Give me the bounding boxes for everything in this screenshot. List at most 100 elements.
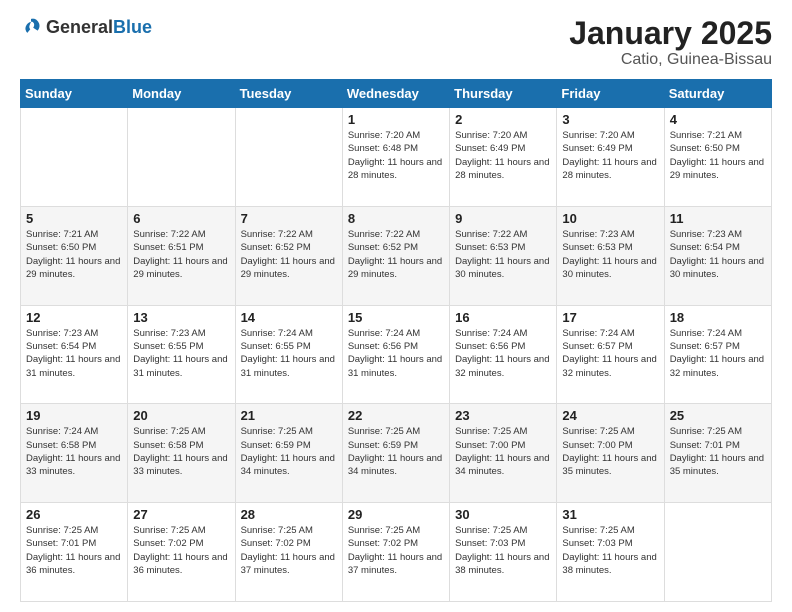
day-info: Sunrise: 7:22 AMSunset: 6:52 PMDaylight:…	[348, 228, 444, 281]
day-info: Sunrise: 7:25 AMSunset: 7:01 PMDaylight:…	[26, 524, 122, 577]
day-info: Sunrise: 7:25 AMSunset: 6:58 PMDaylight:…	[133, 425, 229, 478]
day-number: 13	[133, 310, 229, 325]
day-number: 14	[241, 310, 337, 325]
calendar-cell: 21 Sunrise: 7:25 AMSunset: 6:59 PMDayligh…	[235, 404, 342, 503]
day-number: 18	[670, 310, 766, 325]
calendar-cell: 4Sunrise: 7:21 AMSunset: 6:50 PMDaylight…	[664, 108, 771, 207]
day-number: 4	[670, 112, 766, 127]
calendar-cell: 16 Sunrise: 7:24 AMSunset: 6:56 PMDayligh…	[450, 305, 557, 404]
day-info: Sunrise: 7:23 AMSunset: 6:54 PMDaylight:…	[670, 228, 766, 281]
col-sunday: Sunday	[21, 80, 128, 108]
day-info: Sunrise: 7:20 AMSunset: 6:48 PMDaylight:…	[348, 129, 444, 182]
calendar-week-row: 26 Sunrise: 7:25 AMSunset: 7:01 PMDayligh…	[21, 503, 772, 602]
day-number: 26	[26, 507, 122, 522]
calendar-cell: 3 Sunrise: 7:20 AMSunset: 6:49 PMDaylight…	[557, 108, 664, 207]
day-number: 20	[133, 408, 229, 423]
page-subtitle: Catio, Guinea-Bissau	[569, 51, 772, 69]
day-number: 27	[133, 507, 229, 522]
day-number: 25	[670, 408, 766, 423]
day-info: Sunrise: 7:24 AMSunset: 6:57 PMDaylight:…	[670, 327, 766, 380]
day-number: 19	[26, 408, 122, 423]
calendar-cell	[128, 108, 235, 207]
day-info: Sunrise: 7:25 AMSunset: 6:59 PMDaylight:…	[348, 425, 444, 478]
calendar-week-row: 5 Sunrise: 7:21 AMSunset: 6:50 PMDaylight…	[21, 206, 772, 305]
calendar-cell: 24 Sunrise: 7:25 AMSunset: 7:00 PMDayligh…	[557, 404, 664, 503]
calendar-cell: 12 Sunrise: 7:23 AMSunset: 6:54 PMDayligh…	[21, 305, 128, 404]
day-info: Sunrise: 7:24 AMSunset: 6:57 PMDaylight:…	[562, 327, 658, 380]
day-number: 12	[26, 310, 122, 325]
calendar-week-row: 19 Sunrise: 7:24 AMSunset: 6:58 PMDayligh…	[21, 404, 772, 503]
page-title: January 2025	[569, 16, 772, 51]
calendar-cell: 14 Sunrise: 7:24 AMSunset: 6:55 PMDayligh…	[235, 305, 342, 404]
calendar-cell: 22 Sunrise: 7:25 AMSunset: 6:59 PMDayligh…	[342, 404, 449, 503]
calendar-week-row: 12 Sunrise: 7:23 AMSunset: 6:54 PMDayligh…	[21, 305, 772, 404]
col-saturday: Saturday	[664, 80, 771, 108]
day-number: 21	[241, 408, 337, 423]
calendar-cell: 18 Sunrise: 7:24 AMSunset: 6:57 PMDayligh…	[664, 305, 771, 404]
logo-blue: Blue	[113, 17, 152, 37]
col-tuesday: Tuesday	[235, 80, 342, 108]
header: GeneralBlue January 2025 Catio, Guinea-B…	[20, 16, 772, 69]
calendar-cell: 26 Sunrise: 7:25 AMSunset: 7:01 PMDayligh…	[21, 503, 128, 602]
day-info: Sunrise: 7:25 AMSunset: 7:03 PMDaylight:…	[562, 524, 658, 577]
day-number: 30	[455, 507, 551, 522]
day-info: Sunrise: 7:24 AMSunset: 6:58 PMDaylight:…	[26, 425, 122, 478]
day-number: 1	[348, 112, 444, 127]
day-info: Sunrise: 7:25 AMSunset: 6:59 PMDaylight:…	[241, 425, 337, 478]
calendar-cell	[235, 108, 342, 207]
day-info: Sunrise: 7:25 AMSunset: 7:00 PMDaylight:…	[455, 425, 551, 478]
calendar-cell: 2 Sunrise: 7:20 AMSunset: 6:49 PMDaylight…	[450, 108, 557, 207]
day-number: 2	[455, 112, 551, 127]
day-number: 5	[26, 211, 122, 226]
calendar-cell: 29Sunrise: 7:25 AMSunset: 7:02 PMDayligh…	[342, 503, 449, 602]
calendar-cell: 17 Sunrise: 7:24 AMSunset: 6:57 PMDayligh…	[557, 305, 664, 404]
day-number: 22	[348, 408, 444, 423]
day-info: Sunrise: 7:21 AMSunset: 6:50 PMDaylight:…	[26, 228, 122, 281]
day-info: Sunrise: 7:20 AMSunset: 6:49 PMDaylight:…	[455, 129, 551, 182]
col-thursday: Thursday	[450, 80, 557, 108]
day-number: 6	[133, 211, 229, 226]
calendar-cell: 27 Sunrise: 7:25 AMSunset: 7:02 PMDayligh…	[128, 503, 235, 602]
calendar-cell	[664, 503, 771, 602]
day-number: 8	[348, 211, 444, 226]
day-info: Sunrise: 7:25 AMSunset: 7:02 PMDaylight:…	[133, 524, 229, 577]
day-info: Sunrise: 7:24 AMSunset: 6:55 PMDaylight:…	[241, 327, 337, 380]
logo-general: General	[46, 17, 113, 37]
day-number: 7	[241, 211, 337, 226]
day-info: Sunrise: 7:24 AMSunset: 6:56 PMDaylight:…	[455, 327, 551, 380]
calendar-cell: 28Sunrise: 7:25 AMSunset: 7:02 PMDayligh…	[235, 503, 342, 602]
day-info: Sunrise: 7:22 AMSunset: 6:52 PMDaylight:…	[241, 228, 337, 281]
calendar-cell: 30 Sunrise: 7:25 AMSunset: 7:03 PMDayligh…	[450, 503, 557, 602]
col-friday: Friday	[557, 80, 664, 108]
col-monday: Monday	[128, 80, 235, 108]
calendar-cell: 1 Sunrise: 7:20 AMSunset: 6:48 PMDaylight…	[342, 108, 449, 207]
day-info: Sunrise: 7:22 AMSunset: 6:51 PMDaylight:…	[133, 228, 229, 281]
calendar-cell: 10 Sunrise: 7:23 AMSunset: 6:53 PMDayligh…	[557, 206, 664, 305]
day-number: 11	[670, 211, 766, 226]
day-number: 10	[562, 211, 658, 226]
day-info: Sunrise: 7:25 AMSunset: 7:00 PMDaylight:…	[562, 425, 658, 478]
day-number: 17	[562, 310, 658, 325]
calendar-header-row: Sunday Monday Tuesday Wednesday Thursday…	[21, 80, 772, 108]
calendar-cell: 31Sunrise: 7:25 AMSunset: 7:03 PMDayligh…	[557, 503, 664, 602]
day-info: Sunrise: 7:23 AMSunset: 6:53 PMDaylight:…	[562, 228, 658, 281]
calendar-cell: 8 Sunrise: 7:22 AMSunset: 6:52 PMDaylight…	[342, 206, 449, 305]
calendar-cell: 7 Sunrise: 7:22 AMSunset: 6:52 PMDaylight…	[235, 206, 342, 305]
title-block: January 2025 Catio, Guinea-Bissau	[569, 16, 772, 69]
calendar-cell: 19 Sunrise: 7:24 AMSunset: 6:58 PMDayligh…	[21, 404, 128, 503]
calendar-cell: 9Sunrise: 7:22 AMSunset: 6:53 PMDaylight…	[450, 206, 557, 305]
day-number: 15	[348, 310, 444, 325]
calendar-cell: 25Sunrise: 7:25 AMSunset: 7:01 PMDayligh…	[664, 404, 771, 503]
day-number: 24	[562, 408, 658, 423]
calendar-cell: 11 Sunrise: 7:23 AMSunset: 6:54 PMDayligh…	[664, 206, 771, 305]
calendar-cell: 15Sunrise: 7:24 AMSunset: 6:56 PMDayligh…	[342, 305, 449, 404]
calendar-cell: 5 Sunrise: 7:21 AMSunset: 6:50 PMDaylight…	[21, 206, 128, 305]
page: GeneralBlue January 2025 Catio, Guinea-B…	[0, 0, 792, 612]
day-info: Sunrise: 7:25 AMSunset: 7:03 PMDaylight:…	[455, 524, 551, 577]
day-info: Sunrise: 7:20 AMSunset: 6:49 PMDaylight:…	[562, 129, 658, 182]
day-info: Sunrise: 7:23 AMSunset: 6:54 PMDaylight:…	[26, 327, 122, 380]
logo-text: GeneralBlue	[46, 17, 152, 38]
day-number: 16	[455, 310, 551, 325]
col-wednesday: Wednesday	[342, 80, 449, 108]
day-number: 3	[562, 112, 658, 127]
